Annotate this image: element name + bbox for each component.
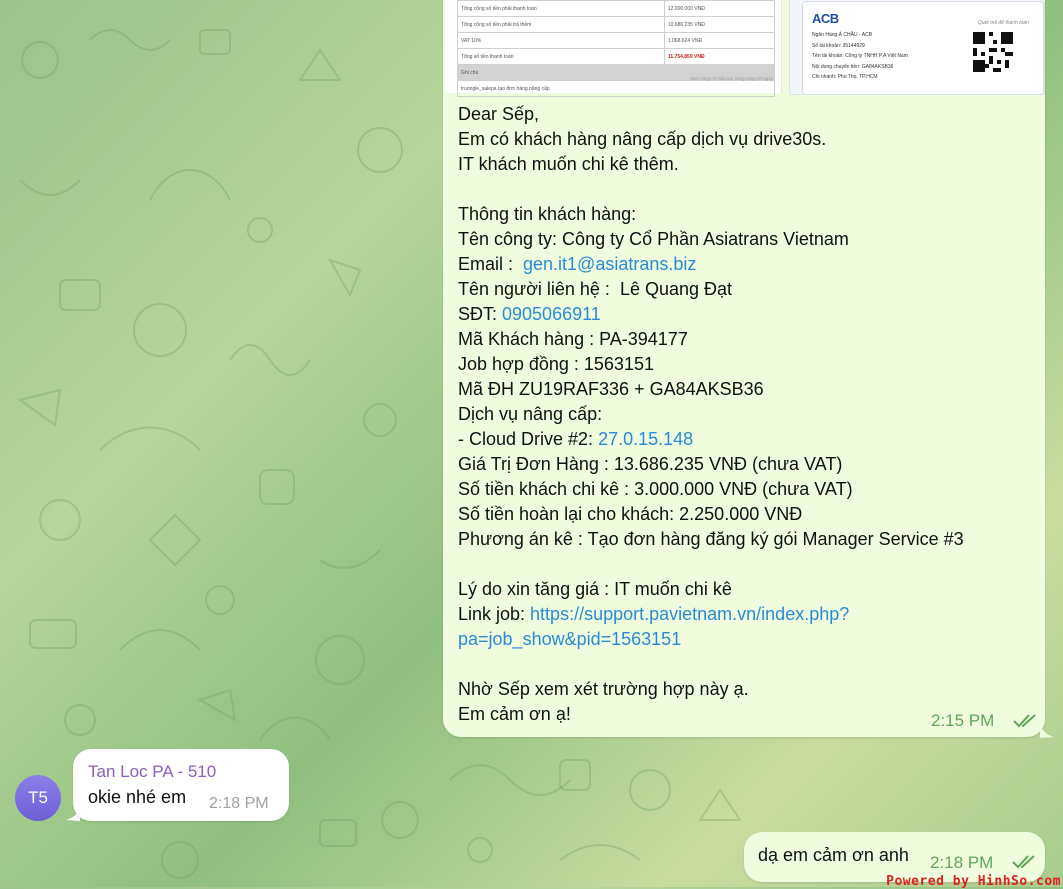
bank-card: ACB Ngân Hàng Á CHÂU - ACB Số tài khoản:… [802,1,1044,95]
message-line: Giá Trị Đơn Hàng : 13.686.235 VNĐ (chưa … [458,452,1038,477]
message-line: Thông tin khách hàng: [458,202,1038,227]
message-line: Mã ĐH ZU19RAF336 + GA84AKSB36 [458,377,1038,402]
message-line: Em có khách hàng nâng cấp dịch vụ drive3… [458,127,1038,152]
line-text: IT khách muốn chi kê thêm. [458,154,679,174]
message-text: okie nhé em [88,787,187,807]
line-text: SĐT: [458,304,503,324]
double-check-icon [1013,714,1036,728]
qr-caption: Quét mã để thanh toán [977,20,1029,26]
message-line: Email : gen.it1@asiatrans.biz [458,252,1038,277]
line-text: Số tiền khách chi kê : 3.000.000 VNĐ (ch… [458,479,853,499]
message-line: SĐT: 0905066911 [458,302,1038,327]
message-link[interactable]: gen.it1@asiatrans.biz [523,254,696,274]
message-link[interactable]: pa=job_show&pid=1563151 [458,629,681,649]
table-row: truongle_salepa tạo đơn hàng nâng cấp [457,80,775,97]
outgoing-message-bubble[interactable]: Tổng cộng số tiền phải thanh toán 12.000.… [443,0,1045,737]
table-row: VAT 10% 1.068.624 VNĐ [457,32,776,49]
message-line: Số tiền khách chi kê : 3.000.000 VNĐ (ch… [458,477,1038,502]
message-line: pa=job_show&pid=1563151 [458,627,1038,652]
invoice-table: Tổng cộng số tiền phải thanh toán 12.000.… [457,0,776,97]
message-line: Tên công ty: Công ty Cổ Phần Asiatrans V… [458,227,1038,252]
message-line [458,177,1038,202]
message-line: Dear Sếp, [458,102,1038,127]
qr-code-icon [973,32,1013,72]
message-time: 2:18 PM [209,795,269,812]
bank-details: Ngân Hàng Á CHÂU - ACB Số tài khoản: 351… [812,32,908,80]
double-check-icon [1012,855,1035,869]
message-line: Job hợp đồng : 1563151 [458,352,1038,377]
invoice-image[interactable]: Tổng cộng số tiền phải thanh toán 12.000.… [445,0,782,97]
bank-info-image[interactable]: ACB Ngân Hàng Á CHÂU - ACB Số tài khoản:… [789,0,1045,95]
line-text: Lý do xin tăng giá : IT muốn chi kê [458,579,732,599]
message-line: Tên người liên hệ : Lê Quang Đạt [458,277,1038,302]
message-line: Nhờ Sếp xem xét trường hợp này ạ. [458,677,1038,702]
line-text: Giá Trị Đơn Hàng : 13.686.235 VNĐ (chưa … [458,454,843,474]
line-text: Email : [458,254,524,274]
line-text: Job hợp đồng : 1563151 [458,354,654,374]
message-line: - Cloud Drive #2: 27.0.15.148 [458,427,1038,452]
line-text: Số tiền hoàn lại cho khách: 2.250.000 VN… [458,504,803,524]
line-text: Tên công ty: Công ty Cổ Phần Asiatrans V… [458,229,849,249]
line-text: Nhờ Sếp xem xét trường hợp này ạ. [458,679,749,699]
table-row: Tổng cộng số tiền phải trả thêm 10.686.23… [457,16,776,33]
attachment-images[interactable]: Tổng cộng số tiền phải thanh toán 12.000.… [443,0,1045,97]
line-text: Em cảm ơn ạ! [458,704,571,724]
sender-name[interactable]: Tan Loc PA - 510 [88,762,216,782]
message-line: Số tiền hoàn lại cho khách: 2.250.000 VN… [458,502,1038,527]
message-line [458,552,1038,577]
message-text: Dear Sếp, Em có khách hàng nâng cấp dịch … [458,102,1038,727]
message-text: dạ em cảm ơn anh [758,845,909,865]
message-time: 2:15 PM [931,711,995,730]
message-line: IT khách muốn chi kê thêm. [458,152,1038,177]
line-text: Dear Sếp, [458,104,540,124]
line-text: - Cloud Drive #2: [458,429,599,449]
message-link[interactable]: 27.0.15.148 [598,429,693,449]
message-link[interactable]: 0905066911 [502,304,601,324]
message-line: Phương án kê : Tạo đơn hàng đăng ký gói … [458,527,1038,552]
line-text: Phương án kê : Tạo đơn hàng đăng ký gói … [458,529,964,549]
line-text: Em có khách hàng nâng cấp dịch vụ drive3… [458,129,827,149]
message-link[interactable]: https://support.pavietnam.vn/index.php? [530,604,849,624]
bank-logo: ACB [812,11,839,26]
invoice-footnote: Đơn hàng có hiệu lực trong vòng 07 ngày [690,76,773,81]
message-line: Link job: https://support.pavietnam.vn/i… [458,602,1038,627]
message-line: Dịch vụ nâng cấp: [458,402,1038,427]
line-text: Mã Khách hàng : PA-394177 [458,329,688,349]
message-line: Lý do xin tăng giá : IT muốn chi kê [458,577,1038,602]
table-row: Tổng cộng số tiền phải thanh toán 12.000.… [457,0,776,17]
line-text: Dịch vụ nâng cấp: [458,404,603,424]
message-time: 2:18 PM [930,853,994,872]
line-text: Thông tin khách hàng: [458,204,637,224]
line-text: Tên người liên hệ : Lê Quang Đạt [458,279,733,299]
table-row: Tổng số tiền thanh toán 11.754.859 VNĐ [457,48,776,65]
avatar[interactable]: T5 [15,775,61,821]
line-text: Link job: [458,604,531,624]
line-text: Mã ĐH ZU19RAF336 + GA84AKSB36 [458,379,764,399]
bubble-tail [1040,722,1054,738]
message-line [458,652,1038,677]
message-line: Mã Khách hàng : PA-394177 [458,327,1038,352]
incoming-message-bubble[interactable]: Tan Loc PA - 510 okie nhé em 2:18 PM [73,749,289,821]
